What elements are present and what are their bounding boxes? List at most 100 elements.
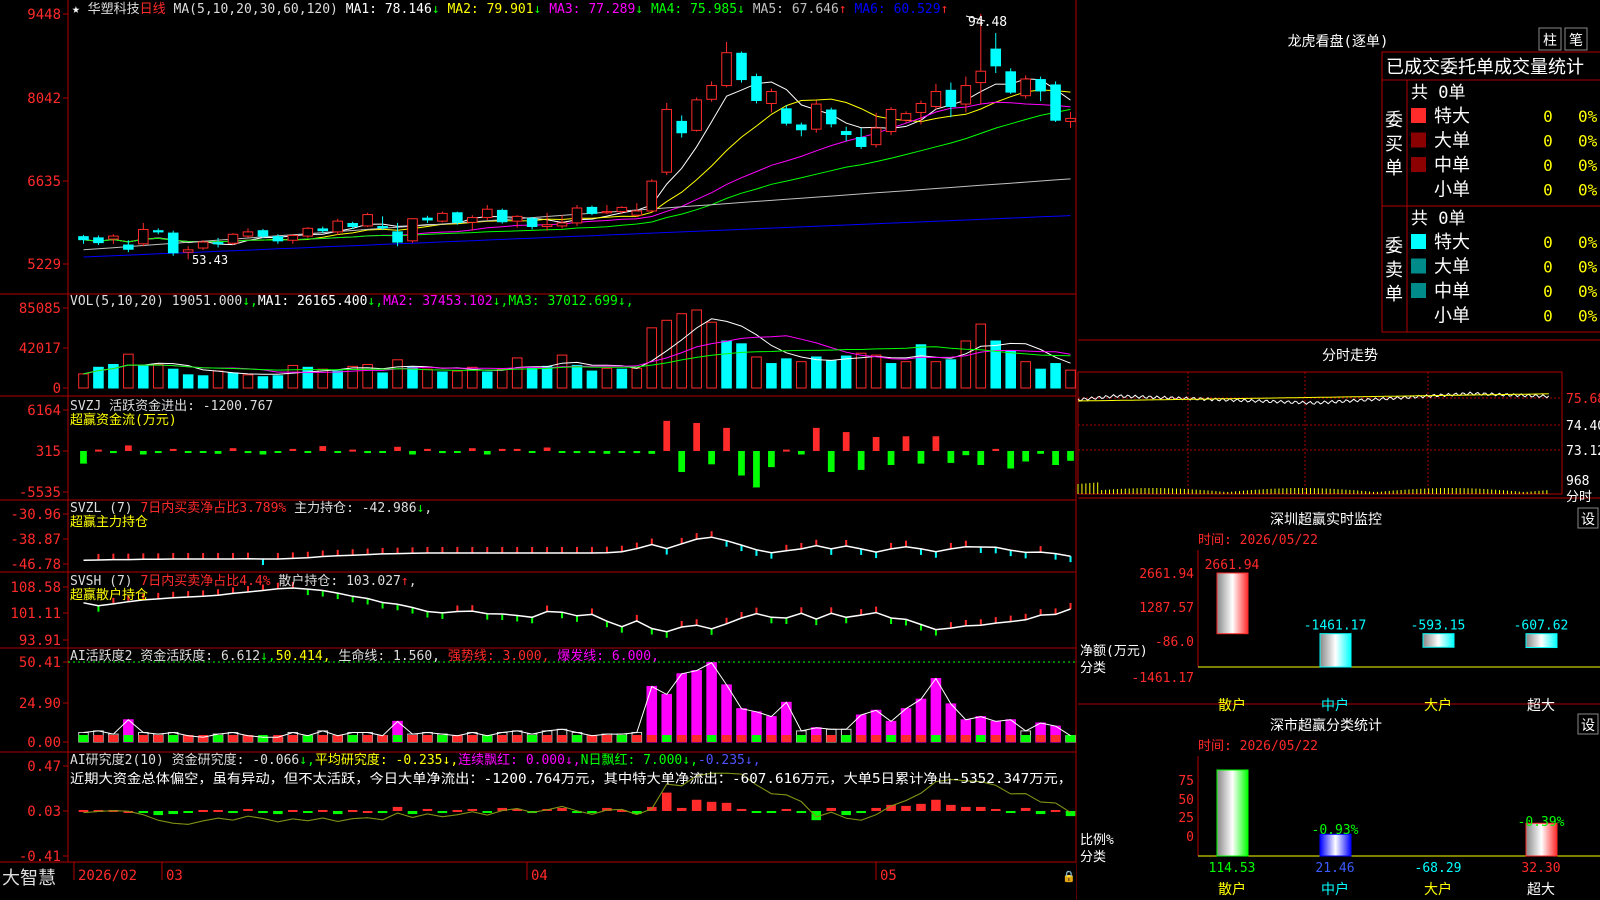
fund-flow-bar xyxy=(139,450,147,455)
research-bar xyxy=(377,811,388,814)
volume-bar xyxy=(481,371,493,389)
research-bar xyxy=(288,809,298,812)
fund-flow-bar xyxy=(349,449,357,452)
fund-flow-bar xyxy=(528,450,536,453)
activity-base xyxy=(228,735,238,742)
volume-bar xyxy=(302,366,314,389)
activity-base xyxy=(527,735,537,742)
activity-base xyxy=(736,735,747,742)
volume-bar xyxy=(437,371,448,389)
fund-flow-bar xyxy=(618,450,626,453)
candle-body xyxy=(1005,71,1016,93)
fund-flow-bar xyxy=(169,448,177,451)
research-bar xyxy=(856,811,866,814)
candle-body xyxy=(661,108,673,173)
volume-bar xyxy=(975,323,987,389)
activity-base xyxy=(796,735,807,742)
volume-bar xyxy=(616,368,628,389)
ai1-life: 生命线: 1.560, xyxy=(338,648,447,664)
research-bar xyxy=(721,802,732,811)
svsh-arrow: ↑ xyxy=(401,574,409,589)
candle-body xyxy=(152,230,164,233)
volume-bar xyxy=(930,361,942,389)
activity-bar xyxy=(721,684,732,743)
volume-bar xyxy=(796,361,807,389)
chart-area[interactable]: 9448 8042 6635 5229 94.48 53.43 ★ 华塑科技日线 MA(5,… xyxy=(0,0,1600,900)
research-bar xyxy=(961,806,971,811)
volume-bar xyxy=(332,370,344,389)
research-bar xyxy=(1065,811,1076,817)
svzl-subtitle: 超赢主力持仓 xyxy=(70,514,148,530)
volume-bar xyxy=(392,359,403,389)
vol-ma-value: MA3: 37012.699 xyxy=(508,294,618,309)
volume-bar xyxy=(1020,361,1031,389)
candle-body xyxy=(796,124,807,131)
research-bar xyxy=(303,811,313,814)
ma-value-1: MA1: 78.146 xyxy=(346,2,432,17)
activity-base xyxy=(1065,735,1076,742)
research-bar xyxy=(467,808,478,811)
volume-bar xyxy=(197,375,209,389)
svzj-subtitle: 超赢资金流(万元) xyxy=(70,412,177,428)
activity-base xyxy=(153,735,164,742)
research-bar xyxy=(198,809,208,812)
activity-base xyxy=(557,735,567,742)
activity-base xyxy=(781,735,792,742)
research-bar xyxy=(691,799,702,811)
research-bar xyxy=(1005,811,1016,814)
research-bar xyxy=(751,811,762,814)
ai1-burst: 爆发线: 6.000, xyxy=(557,648,659,664)
candle-body xyxy=(481,208,493,219)
research-bar xyxy=(138,811,149,814)
candle-body xyxy=(586,206,598,214)
volume-bar xyxy=(691,309,702,389)
activity-base xyxy=(646,735,657,742)
candle-body xyxy=(197,241,209,249)
activity-bar xyxy=(691,670,702,743)
ai2-arrow: ↓, xyxy=(299,753,315,768)
activity-base xyxy=(542,735,552,742)
research-bar xyxy=(168,811,178,815)
ma-arrow: ↓ xyxy=(534,2,550,17)
fund-flow-bar xyxy=(229,448,237,451)
svzj-title: SVZJ 活跃资金进出: -1200.767 xyxy=(70,398,273,414)
fund-flow-bar xyxy=(124,445,132,451)
ai2-value: AI研究度2(10) 资金研究度: -0.066 xyxy=(70,752,299,768)
fund-flow-bar xyxy=(379,450,386,453)
svsh-name: SVSH (7) xyxy=(70,574,140,589)
volume-bar xyxy=(452,370,463,389)
research-bar xyxy=(392,806,403,811)
fund-flow-bar xyxy=(364,450,371,454)
candle-body xyxy=(317,228,329,232)
candle-body xyxy=(362,214,373,227)
activity-base xyxy=(407,735,418,742)
fund-flow-bar xyxy=(1037,450,1044,454)
candle-body xyxy=(138,229,149,245)
fund-flow-bar xyxy=(304,450,312,453)
fund-flow-bar xyxy=(80,450,87,464)
svzl-ratio: 7日内买卖净占比3.789% xyxy=(140,500,294,516)
candle-body xyxy=(990,48,1002,67)
activity-base xyxy=(751,735,762,742)
volume-bar xyxy=(990,340,1002,389)
research-bar xyxy=(587,811,597,814)
fund-flow-bar xyxy=(244,450,252,454)
candle-body xyxy=(855,137,867,147)
volume-bar xyxy=(227,372,239,389)
activity-base xyxy=(512,735,522,742)
ma-arrow: ↑ xyxy=(839,2,855,17)
vol-ma-arrow: ↓, xyxy=(493,294,509,309)
ma-arrow: ↓ xyxy=(737,2,753,17)
vol-ma-value: MA1: 26165.400 xyxy=(258,294,368,309)
svsh-tick-label: 93.91 xyxy=(19,633,61,649)
research-bar xyxy=(931,799,941,811)
activity-bar xyxy=(930,678,942,743)
activity-base xyxy=(901,735,911,742)
fund-flow-bar xyxy=(648,450,656,454)
candle-body xyxy=(212,242,224,245)
research-bar xyxy=(78,809,89,812)
svsh-tail: , xyxy=(409,574,417,589)
candle-body xyxy=(975,70,987,84)
fund-flow-bar xyxy=(498,448,506,451)
candle-body xyxy=(392,231,403,243)
